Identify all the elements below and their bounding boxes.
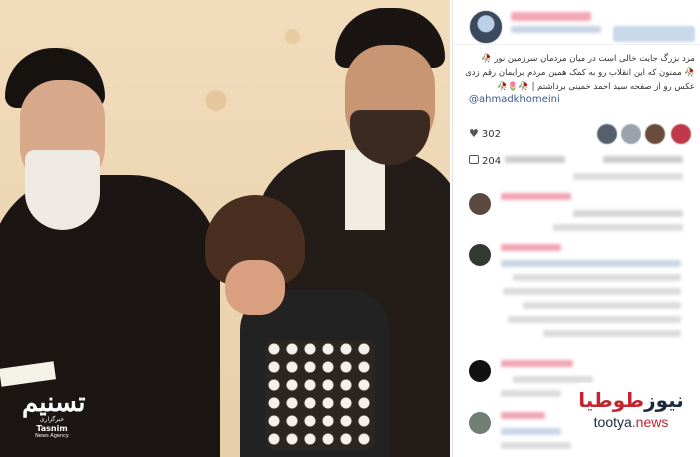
- post-caption: مرد بزرگ جایت خالی است در میان مردمان سر…: [459, 52, 695, 94]
- comment-text-blurred: [503, 288, 681, 295]
- mention-link[interactable]: @ahmadkhomeini: [469, 94, 560, 105]
- comments-label: 204: [482, 156, 502, 167]
- child-face: [225, 260, 285, 315]
- comment-username-blurred[interactable]: [501, 360, 573, 367]
- liker-avatar[interactable]: [621, 124, 641, 144]
- comment-text-blurred: [508, 316, 681, 323]
- comment-avatar[interactable]: [469, 244, 491, 266]
- post-header: [453, 0, 700, 45]
- comments-tab-blurred[interactable]: [505, 156, 565, 163]
- user-avatar[interactable]: [469, 10, 503, 44]
- heart-icon[interactable]: ♥: [469, 127, 479, 140]
- tasnim-logo: تسنیم خبرگزاری Tasnim News Agency: [22, 388, 86, 439]
- comment-avatar[interactable]: [469, 193, 491, 215]
- comment-avatar[interactable]: [469, 360, 491, 382]
- username-blurred[interactable]: [511, 12, 591, 21]
- watermark-brand-dark: نیوز: [644, 388, 684, 412]
- watermark-url-dark: tootya: [593, 414, 632, 430]
- follow-button-blurred[interactable]: [613, 26, 695, 42]
- comment-text-blurred: [523, 302, 681, 309]
- watermark-url: tootya.news: [575, 413, 687, 431]
- likes-label: 302: [481, 129, 501, 140]
- watermark-brand: نیوزطوطیا: [575, 387, 687, 413]
- tootya-watermark: نیوزطوطیا tootya.news: [575, 383, 687, 445]
- watermark-url-red: .news: [631, 414, 669, 430]
- figure-left-beard: [25, 150, 100, 230]
- comment-text-blurred: [501, 442, 571, 449]
- comment-text-blurred: [501, 260, 681, 267]
- comment-text-blurred: [543, 330, 681, 337]
- comment-username-blurred[interactable]: [501, 244, 561, 251]
- liker-avatar[interactable]: [671, 124, 691, 144]
- comment-avatar[interactable]: [469, 412, 491, 434]
- comment-text-blurred: [513, 274, 681, 281]
- liker-avatar[interactable]: [645, 124, 665, 144]
- comment-text-blurred: [501, 428, 561, 435]
- comments-tab-blurred[interactable]: [603, 156, 683, 163]
- comment-text-blurred: [501, 390, 561, 397]
- child-vest: [265, 340, 375, 450]
- caption-line-2: 🥀 ممنون که این انقلاب رو به کمک همین مرد…: [465, 68, 695, 78]
- logo-title: تسنیم: [22, 388, 86, 418]
- comment-text-blurred: [573, 173, 683, 180]
- comment-text-blurred: [573, 210, 683, 217]
- caption-line-1: مرد بزرگ جایت خالی است در میان مردمان سر…: [481, 54, 695, 64]
- comment-username-blurred[interactable]: [501, 193, 571, 200]
- liker-avatar[interactable]: [597, 124, 617, 144]
- logo-english: Tasnim: [36, 424, 68, 433]
- watermark-brand-red: طوطیا: [578, 388, 645, 412]
- comment-text-blurred: [553, 224, 683, 231]
- post-side-panel: مرد بزرگ جایت خالی است در میان مردمان سر…: [452, 0, 700, 457]
- post-photo: تسنیم خبرگزاری Tasnim News Agency: [0, 0, 450, 457]
- comment-icon[interactable]: [469, 155, 479, 164]
- comment-username-blurred[interactable]: [501, 412, 545, 419]
- post-date-blurred: [511, 26, 601, 33]
- caption-line-3: عکس رو از صفحه سید احمد خمینی برداشتم | …: [497, 82, 695, 92]
- comments-count[interactable]: 204: [469, 155, 501, 167]
- comment-text-blurred: [513, 376, 593, 383]
- logo-agency: News Agency: [35, 433, 69, 439]
- likes-count[interactable]: ♥ 302: [469, 127, 501, 140]
